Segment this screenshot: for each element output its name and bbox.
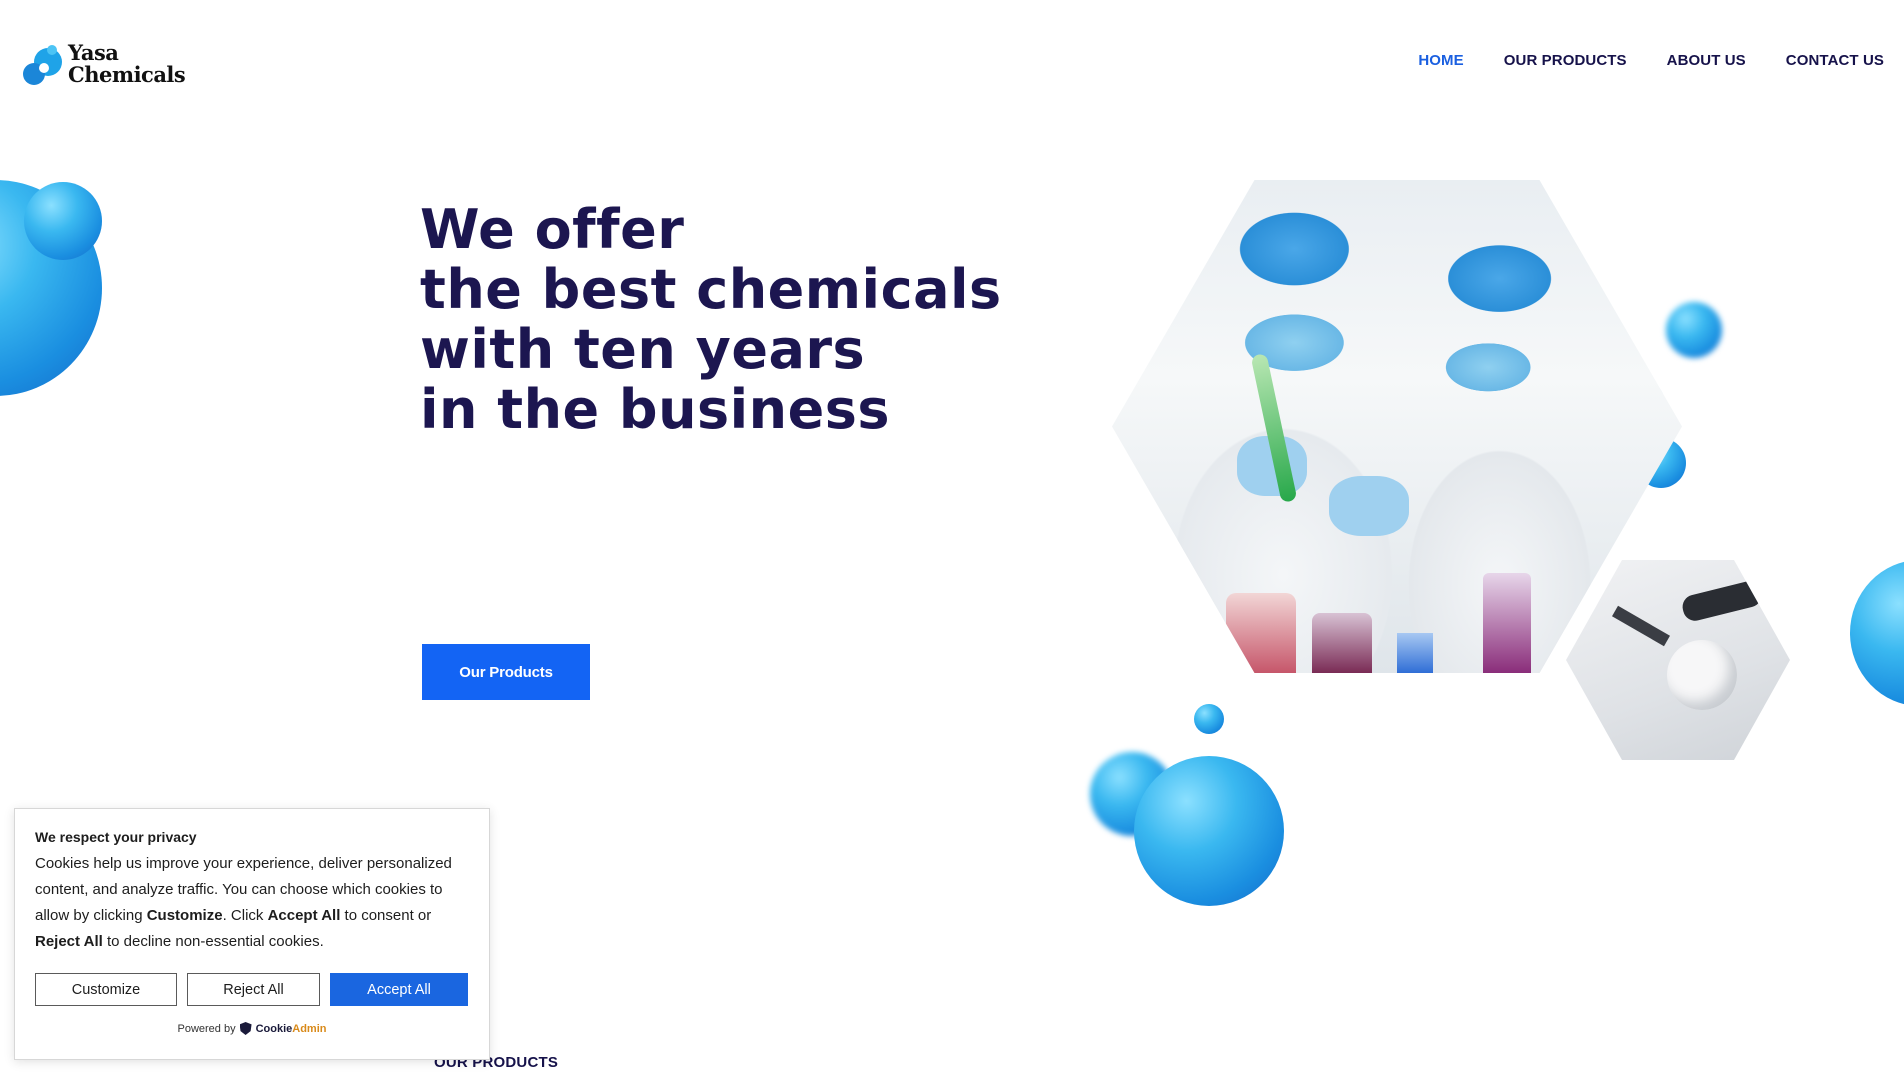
cookieadmin-brand-b: Admin	[292, 1022, 327, 1035]
hero-line-4: in the business	[420, 378, 891, 441]
microscope-arm-shape	[1611, 605, 1670, 647]
bubble-decoration	[1194, 704, 1224, 734]
logo-line-1: Yasa	[68, 40, 119, 65]
glove-shape	[1328, 475, 1409, 536]
cookie-text-customize: Customize	[146, 907, 223, 924]
hero-line-3: with ten years	[420, 318, 866, 381]
hero-line-2: the best chemicals	[420, 258, 1002, 321]
hero-title: We offer the best chemicals with ten yea…	[420, 200, 1002, 440]
cookie-accept-all-button[interactable]: Accept All	[330, 973, 468, 1006]
flask-shape	[1226, 593, 1296, 673]
bubble-logo-icon	[22, 40, 64, 88]
bubble-decoration	[1134, 756, 1284, 906]
flask-shape	[1397, 633, 1433, 673]
cookie-text-reject: Reject All	[35, 933, 103, 950]
page: Yasa Chemicals HOME OUR PRODUCTS ABOUT U…	[0, 0, 1904, 1078]
cookie-button-row: Customize Reject All Accept All	[35, 973, 469, 1006]
bubble-decoration	[1666, 302, 1722, 358]
shield-icon	[239, 1022, 252, 1035]
microscope-eyepiece-shape	[1680, 578, 1765, 624]
hero-line-1: We offer	[420, 198, 685, 261]
cookie-banner: We respect your privacy Cookies help us …	[14, 808, 490, 1060]
cookie-banner-title: We respect your privacy	[35, 829, 197, 845]
flask-shape	[1482, 573, 1531, 673]
nav-home[interactable]: HOME	[1418, 52, 1463, 69]
bubble-decoration	[1850, 560, 1904, 706]
cookie-text-part: to decline non-essential cookies.	[102, 933, 324, 950]
cookie-reject-all-button[interactable]: Reject All	[187, 973, 320, 1006]
microscope-photo	[1566, 560, 1790, 760]
cookie-text-part: . Click	[222, 907, 268, 924]
logo-text: Yasa Chemicals	[68, 40, 186, 87]
our-products-button[interactable]: Our Products	[422, 644, 590, 700]
bubble-decoration	[24, 182, 102, 260]
flask-shape	[1311, 613, 1372, 673]
cookie-powered-by[interactable]: Powered by CookieAdmin	[35, 1022, 469, 1035]
nav-our-products[interactable]: OUR PRODUCTS	[1504, 52, 1627, 69]
cookie-customize-button[interactable]: Customize	[35, 973, 177, 1006]
nav-contact-us[interactable]: CONTACT US	[1786, 52, 1884, 69]
nav-about-us[interactable]: ABOUT US	[1667, 52, 1746, 69]
scientists-photo	[1112, 180, 1682, 673]
cookie-banner-text: Cookies help us improve your experience,…	[35, 851, 469, 955]
logo-line-2: Chemicals	[68, 62, 186, 87]
cookie-text-accept: Accept All	[267, 907, 341, 924]
powered-by-label: Powered by	[177, 1022, 236, 1035]
cookie-text-part: to consent or	[340, 907, 432, 924]
cookieadmin-brand: CookieAdmin	[256, 1023, 327, 1035]
site-logo[interactable]: Yasa Chemicals	[22, 40, 186, 88]
main-nav: HOME OUR PRODUCTS ABOUT US CONTACT US	[1418, 52, 1884, 69]
microscope-body-shape	[1666, 640, 1737, 710]
cookieadmin-brand-a: Cookie	[255, 1022, 293, 1035]
